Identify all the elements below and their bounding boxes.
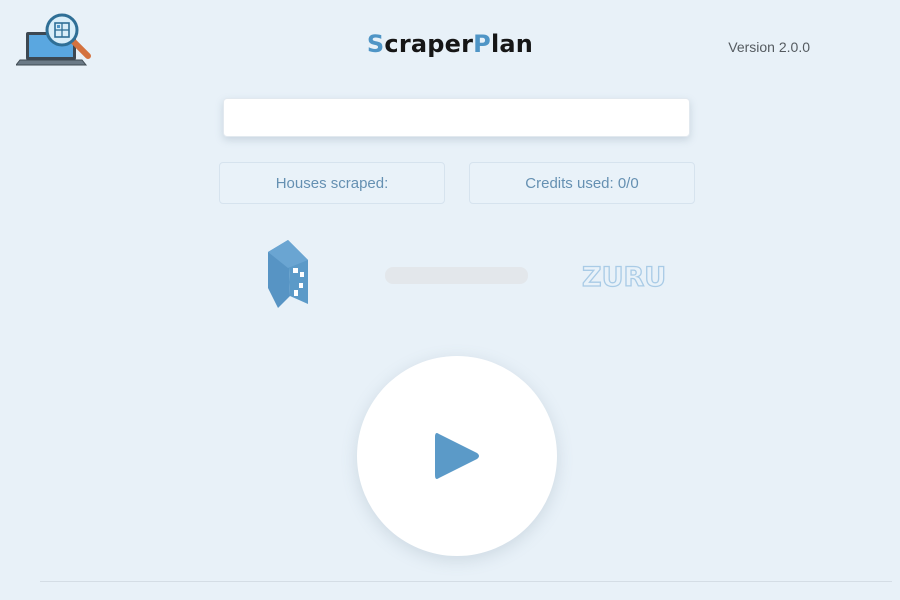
zuru-logo: ZURU [580, 258, 670, 294]
zuru-logo-text: ZURU [582, 262, 666, 293]
title-scraper: craper [384, 30, 474, 58]
title-letter-p: P [473, 30, 491, 58]
scrape-progress-bar [385, 267, 528, 284]
version-label: Version 2.0.0 [728, 39, 810, 55]
play-button[interactable] [357, 356, 557, 556]
play-icon [435, 433, 479, 479]
bottom-divider [40, 581, 892, 582]
credits-used-box: Credits used: 0/0 [469, 162, 695, 204]
houses-scraped-box: Houses scraped: [219, 162, 445, 204]
app-window: ScraperPlan Version 2.0.0 Houses scraped… [0, 0, 900, 600]
houses-scraped-label: Houses scraped: [275, 174, 389, 192]
credits-used-label: Credits used: 0/0 [525, 174, 639, 192]
url-input[interactable] [223, 98, 690, 137]
title-plan: lan [490, 30, 534, 58]
house-block-icon [264, 238, 312, 310]
title-letter-s: S [366, 30, 385, 58]
